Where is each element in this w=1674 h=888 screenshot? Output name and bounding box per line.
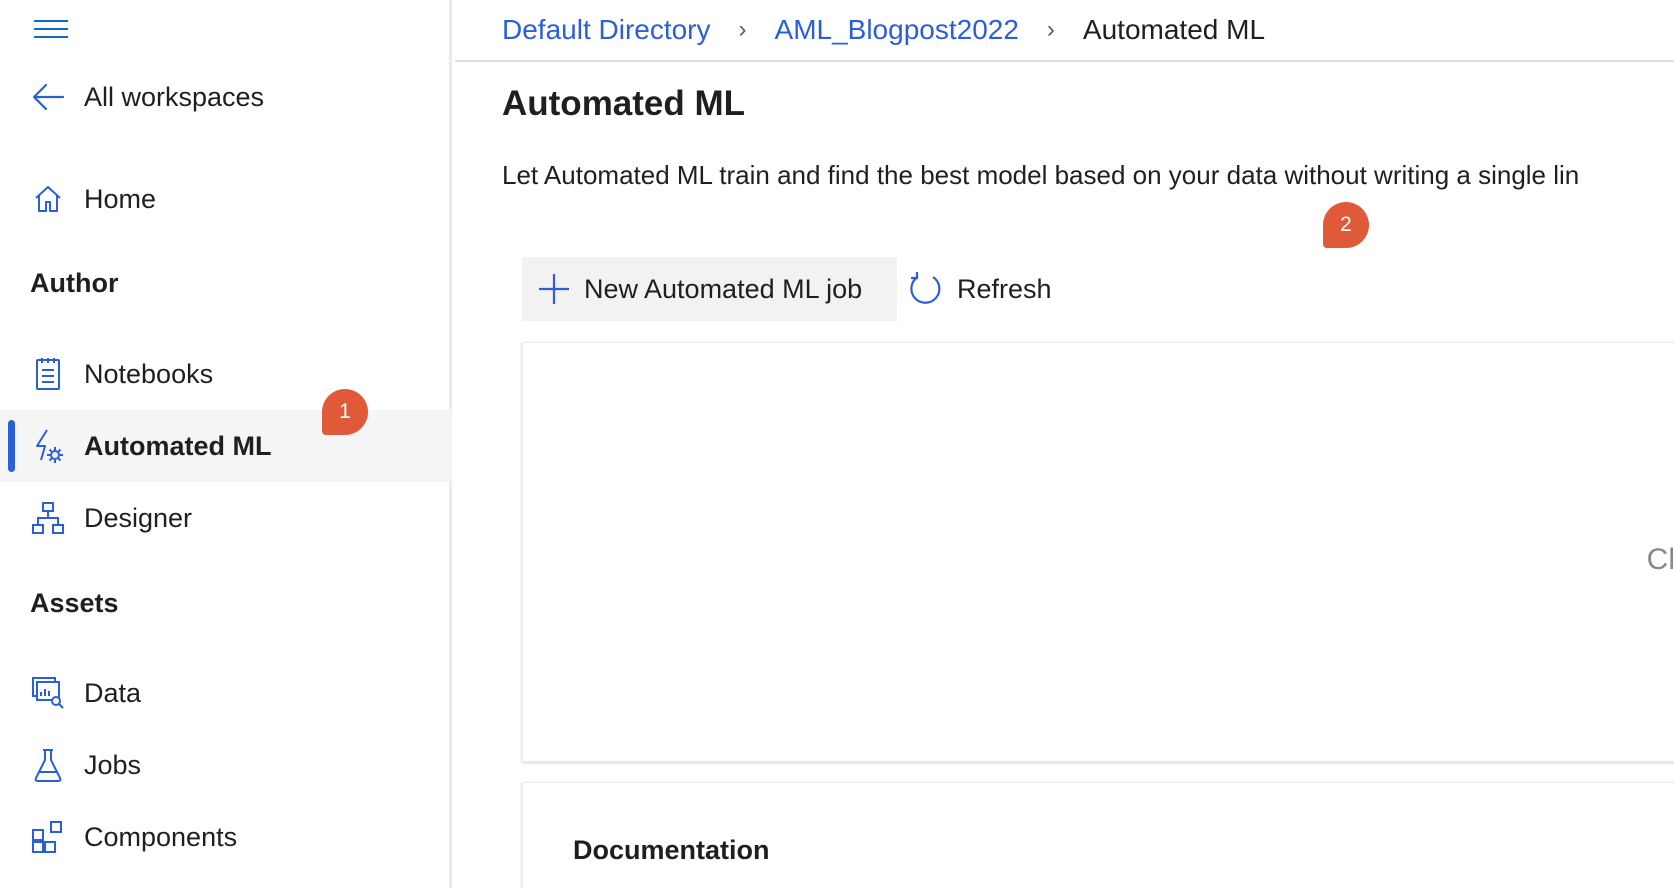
- sidebar-item-label: Data: [84, 677, 142, 708]
- sidebar-item-jobs[interactable]: Jobs: [0, 729, 452, 801]
- sidebar-item-automated-ml[interactable]: Automated ML: [0, 410, 452, 482]
- jobs-flask-icon: [30, 747, 66, 783]
- refresh-label: Refresh: [957, 273, 1052, 304]
- sidebar-item-designer[interactable]: Designer: [0, 482, 452, 554]
- breadcrumb-workspace-link[interactable]: AML_Blogpost2022: [775, 14, 1019, 46]
- documentation-card: Documentation: [522, 782, 1674, 888]
- designer-icon: [30, 500, 66, 536]
- chevron-right-icon: ›: [1046, 16, 1055, 43]
- new-job-label: New Automated ML job: [584, 273, 863, 304]
- notebook-icon: [30, 356, 66, 392]
- sidebar-item-label: Home: [84, 183, 157, 214]
- arrow-left-icon: [30, 79, 66, 115]
- sidebar-item-notebooks[interactable]: Notebooks: [0, 338, 452, 410]
- author-section-heading: Author: [30, 268, 119, 298]
- refresh-button[interactable]: Refresh: [907, 257, 1052, 321]
- truncated-text: Cl: [1646, 543, 1674, 576]
- all-workspaces-link[interactable]: All workspaces: [0, 61, 452, 133]
- main-content: Default Directory › AML_Blogpost2022 › A…: [455, 0, 1674, 888]
- breadcrumb-directory-link[interactable]: Default Directory: [502, 14, 711, 46]
- sidebar-item-label: Automated ML: [84, 430, 272, 461]
- sidebar-item-label: Notebooks: [84, 358, 214, 389]
- page-title: Automated ML: [502, 84, 746, 123]
- automated-ml-icon: [30, 428, 66, 464]
- left-sidebar: All workspaces Home Author Notebooks Aut…: [0, 0, 452, 888]
- sidebar-item-label: Jobs: [84, 749, 142, 780]
- breadcrumb-current: Automated ML: [1082, 14, 1266, 45]
- data-icon: [30, 675, 66, 711]
- sidebar-item-label: Designer: [84, 502, 193, 533]
- breadcrumb: Default Directory › AML_Blogpost2022 › A…: [455, 0, 1674, 62]
- assets-section-heading: Assets: [30, 588, 119, 618]
- step-badge-2: 2: [1323, 202, 1369, 248]
- home-icon: [30, 181, 66, 217]
- step-badge-1: 1: [322, 389, 368, 435]
- page-description: Let Automated ML train and find the best…: [502, 160, 1580, 190]
- components-icon: [30, 819, 66, 855]
- new-automated-ml-job-button[interactable]: New Automated ML job: [522, 257, 897, 321]
- sidebar-item-components[interactable]: Components: [0, 801, 452, 873]
- sidebar-item-data[interactable]: Data: [0, 657, 452, 729]
- jobs-list-card: Cl: [522, 342, 1674, 762]
- plus-icon: [536, 271, 572, 307]
- hamburger-menu-icon[interactable]: [34, 14, 74, 44]
- sidebar-item-label: Components: [84, 821, 238, 852]
- documentation-heading: Documentation: [573, 835, 770, 865]
- chevron-right-icon: ›: [738, 16, 747, 43]
- sidebar-item-home[interactable]: Home: [0, 163, 452, 235]
- refresh-icon: [907, 271, 943, 307]
- all-workspaces-label: All workspaces: [84, 81, 265, 112]
